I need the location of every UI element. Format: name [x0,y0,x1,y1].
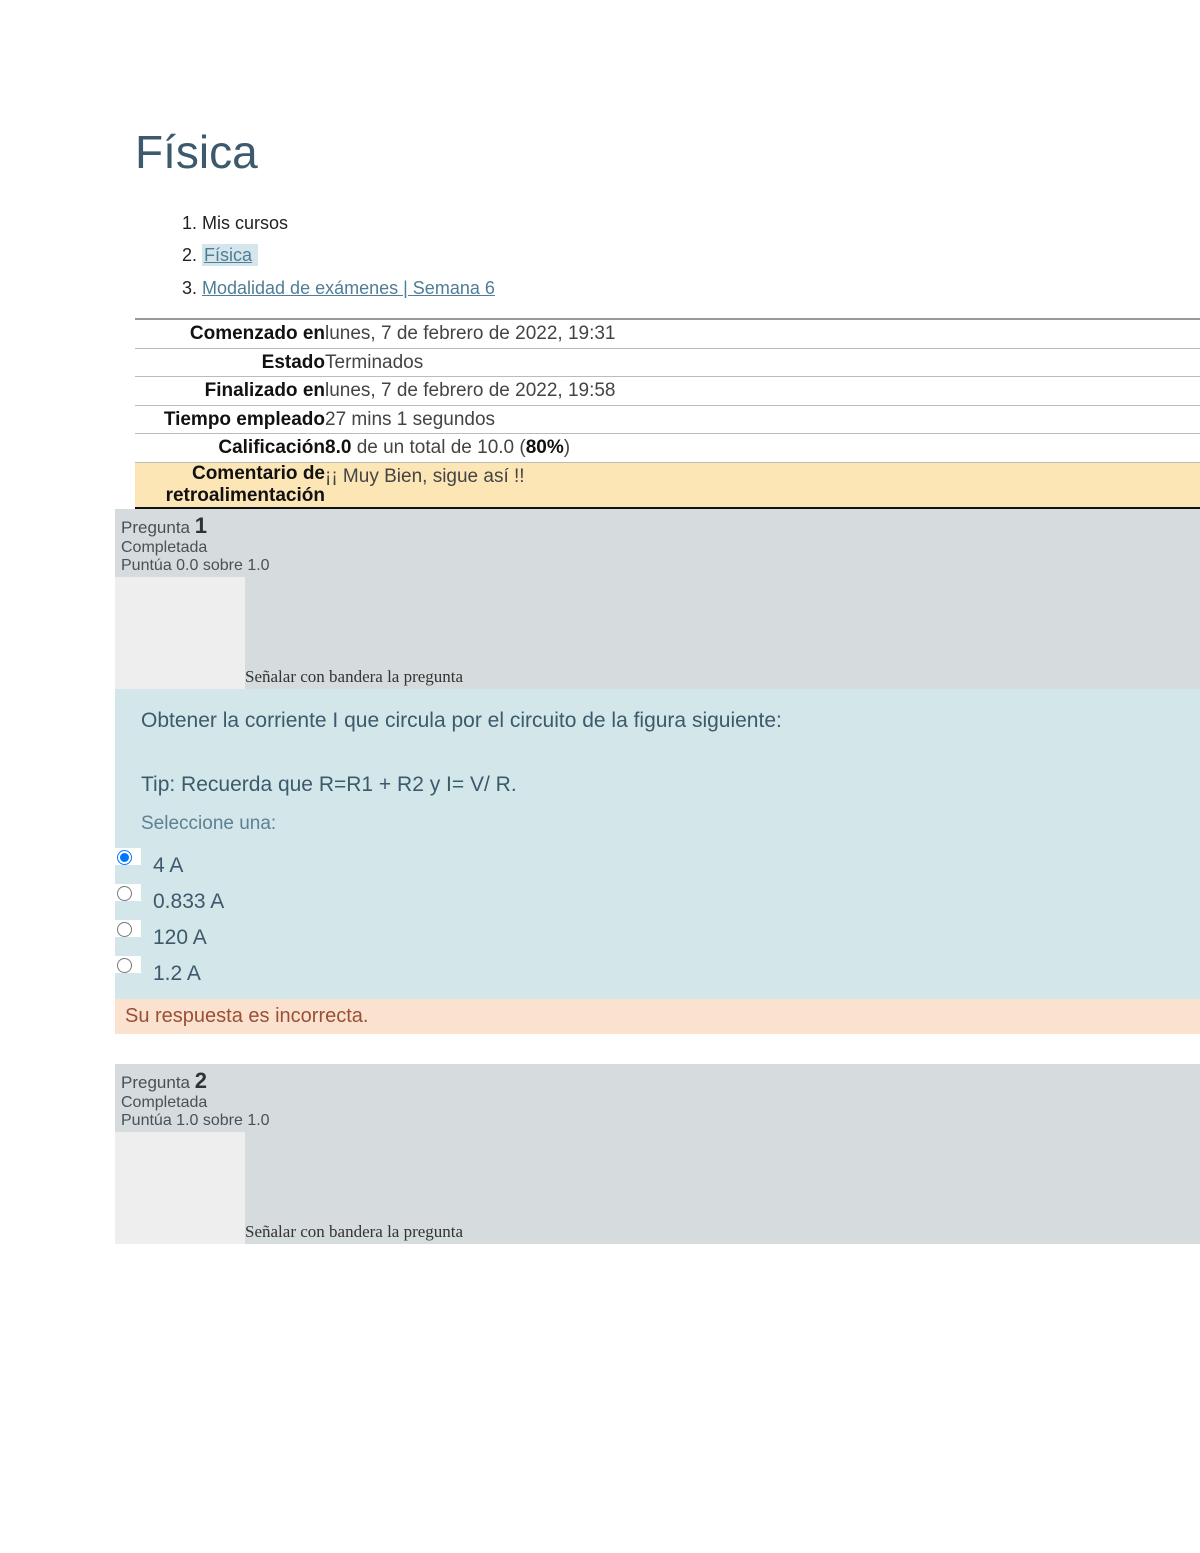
question-2-image-placeholder [115,1132,245,1244]
course-title: Física [135,125,1200,179]
option-b-label: 0.833 A [141,884,224,914]
summary-time: Tiempo empleado 27 mins 1 segundos [135,406,1200,435]
option-c-row: 120 A [115,917,1190,953]
question-1-number: Pregunta 1 [121,513,1194,539]
breadcrumb-section-link[interactable]: Modalidad de exámenes | Semana 6 [202,278,495,298]
breadcrumb-section: Modalidad de exámenes | Semana 6 [202,272,1200,304]
option-a-label: 4 A [141,848,183,878]
question-2-state: Completada [121,1094,1194,1112]
option-d-radio[interactable] [117,958,132,973]
summary-grade-value: 8.0 de un total de 10.0 (80%) [325,434,570,462]
select-one-label: Seleccione una: [141,813,1190,835]
summary-started: Comenzado en lunes, 7 de febrero de 2022… [135,320,1200,349]
summary-grade: Calificación 8.0 de un total de 10.0 (80… [135,434,1200,463]
question-1-text: Obtener la corriente I que circula por e… [141,707,1190,735]
question-2-number: Pregunta 2 [121,1068,1194,1094]
question-1-state: Completada [121,539,1194,557]
breadcrumb-course: Física [202,239,1200,271]
question-1-info: Pregunta 1 Completada Puntúa 0.0 sobre 1… [115,509,1200,689]
question-1-score: Puntúa 0.0 sobre 1.0 [121,557,1194,575]
option-a-radio[interactable] [117,850,132,865]
breadcrumb: Mis cursos Física Modalidad de exámenes … [180,207,1200,304]
option-d-label: 1.2 A [141,956,201,986]
option-c-radio[interactable] [117,922,132,937]
question-1-image-placeholder [115,577,245,689]
summary-state: Estado Terminados [135,349,1200,378]
option-a-row: 4 A [115,845,1190,881]
question-1-feedback: Su respuesta es incorrecta. [115,999,1200,1034]
flag-question-1[interactable]: Señalar con bandera la pregunta [245,667,463,687]
option-b-row: 0.833 A [115,881,1190,917]
option-b-radio[interactable] [117,886,132,901]
flag-question-2[interactable]: Señalar con bandera la pregunta [245,1222,463,1242]
question-2-score: Puntúa 1.0 sobre 1.0 [121,1112,1194,1130]
summary-feedback: Comentario de retroalimentación ¡¡ Muy B… [135,463,1200,509]
question-1-body: Obtener la corriente I que circula por e… [115,689,1200,999]
quiz-summary-table: Comenzado en lunes, 7 de febrero de 2022… [135,318,1200,508]
breadcrumb-course-link[interactable]: Física [202,244,258,266]
question-1-tip: Tip: Recuerda que R=R1 + R2 y I= V/ R. [141,773,1190,797]
option-c-label: 120 A [141,920,207,950]
option-d-row: 1.2 A [115,953,1190,989]
question-2-info: Pregunta 2 Completada Puntúa 1.0 sobre 1… [115,1064,1200,1244]
summary-finished: Finalizado en lunes, 7 de febrero de 202… [135,377,1200,406]
breadcrumb-my-courses: Mis cursos [202,207,1200,239]
